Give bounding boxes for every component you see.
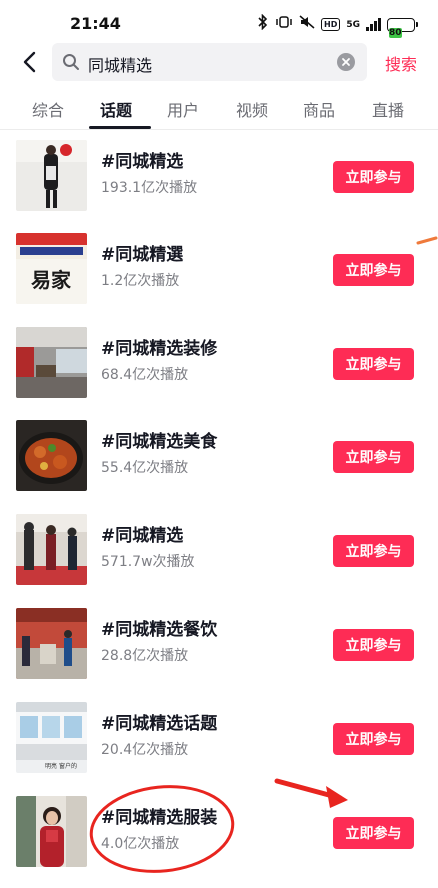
signal-icon — [366, 18, 381, 31]
topic-thumbnail — [16, 796, 87, 867]
join-button[interactable]: 立即参与 — [333, 254, 414, 286]
topic-row[interactable]: #同城精选服装 4.0亿次播放 立即参与 — [0, 787, 438, 880]
topic-row[interactable]: #同城精选餐饮 28.8亿次播放 立即参与 — [0, 599, 438, 692]
thumbnail-caption: 明亮 窗户的 — [45, 762, 77, 770]
thumbnail-text: 易家 — [31, 268, 72, 292]
tab-videos[interactable]: 视频 — [236, 97, 268, 121]
status-icons: HD 5G 80 — [257, 13, 418, 38]
battery-level: 80 — [389, 27, 402, 38]
topic-views: 571.7w次播放 — [101, 554, 195, 570]
hd-icon: HD — [321, 18, 341, 31]
status-time: 21:44 — [70, 14, 121, 33]
search-header: 同城精选 搜索 — [0, 42, 438, 82]
topic-views: 28.8亿次播放 — [101, 648, 189, 664]
topic-views: 4.0亿次播放 — [101, 836, 180, 852]
topic-row[interactable]: #同城精选装修 68.4亿次播放 立即参与 — [0, 318, 438, 411]
topic-title: #同城精选装修 — [101, 339, 218, 359]
join-button[interactable]: 立即参与 — [333, 161, 414, 193]
join-button[interactable]: 立即参与 — [333, 348, 414, 380]
topic-row[interactable]: #同城精选 571.7w次播放 立即参与 — [0, 505, 438, 598]
tab-bar: 综合 话题 用户 视频 商品 直播 — [0, 88, 438, 130]
tab-users[interactable]: 用户 — [167, 97, 199, 121]
search-button[interactable]: 搜索 — [385, 51, 417, 75]
tab-comprehensive[interactable]: 综合 — [32, 97, 64, 121]
topic-title: #同城精选 — [101, 152, 184, 172]
clear-icon[interactable] — [337, 53, 355, 71]
topic-views: 1.2亿次播放 — [101, 273, 180, 289]
topic-title: #同城精选 — [101, 526, 184, 546]
topic-thumbnail — [16, 608, 87, 679]
join-button[interactable]: 立即参与 — [333, 441, 414, 473]
join-button[interactable]: 立即参与 — [333, 817, 414, 849]
join-button[interactable]: 立即参与 — [333, 629, 414, 661]
topic-title: #同城精选服装 — [101, 808, 218, 828]
bluetooth-icon — [257, 13, 269, 35]
topic-title: #同城精选话题 — [101, 714, 218, 734]
join-button[interactable]: 立即参与 — [333, 723, 414, 755]
tab-products[interactable]: 商品 — [303, 97, 335, 121]
status-bar: 21:44 HD 5G 80 — [0, 0, 438, 46]
topic-title: #同城精选美食 — [101, 432, 218, 452]
mute-icon — [299, 15, 315, 34]
topic-row[interactable]: 易家 #同城精選 1.2亿次播放 立即参与 — [0, 224, 438, 317]
topic-thumbnail — [16, 514, 87, 585]
topic-views: 68.4亿次播放 — [101, 367, 189, 383]
topic-thumbnail — [16, 420, 87, 491]
topic-views: 20.4亿次播放 — [101, 742, 189, 758]
network-type: 5G — [346, 19, 360, 30]
search-icon — [62, 53, 80, 75]
topic-views: 55.4亿次播放 — [101, 460, 189, 476]
topic-thumbnail — [16, 327, 87, 398]
search-input[interactable]: 同城精选 — [52, 43, 367, 81]
topic-row[interactable]: #同城精选 193.1亿次播放 立即参与 — [0, 131, 438, 224]
tab-live[interactable]: 直播 — [372, 97, 404, 121]
topic-thumbnail — [16, 140, 87, 211]
topic-thumbnail: 易家 — [16, 233, 87, 304]
topic-title: #同城精选餐饮 — [101, 620, 218, 640]
battery-icon: 80 — [387, 17, 418, 38]
vibrate-icon — [275, 15, 293, 34]
tab-topics[interactable]: 话题 — [100, 97, 132, 121]
search-query[interactable]: 同城精选 — [88, 52, 152, 76]
back-arrow-icon[interactable] — [14, 46, 44, 78]
topic-views: 193.1亿次播放 — [101, 180, 198, 196]
screen: 21:44 HD 5G 80 同城精选 搜索 综合 话题 用户 视频 商品 直播… — [0, 0, 438, 888]
join-button[interactable]: 立即参与 — [333, 535, 414, 567]
topic-row[interactable]: #同城精选美食 55.4亿次播放 立即参与 — [0, 411, 438, 504]
topic-row[interactable]: 明亮 窗户的 #同城精选话题 20.4亿次播放 立即参与 — [0, 693, 438, 786]
topic-title: #同城精選 — [101, 245, 184, 265]
topic-thumbnail: 明亮 窗户的 — [16, 702, 87, 773]
tab-active-indicator — [89, 126, 151, 129]
